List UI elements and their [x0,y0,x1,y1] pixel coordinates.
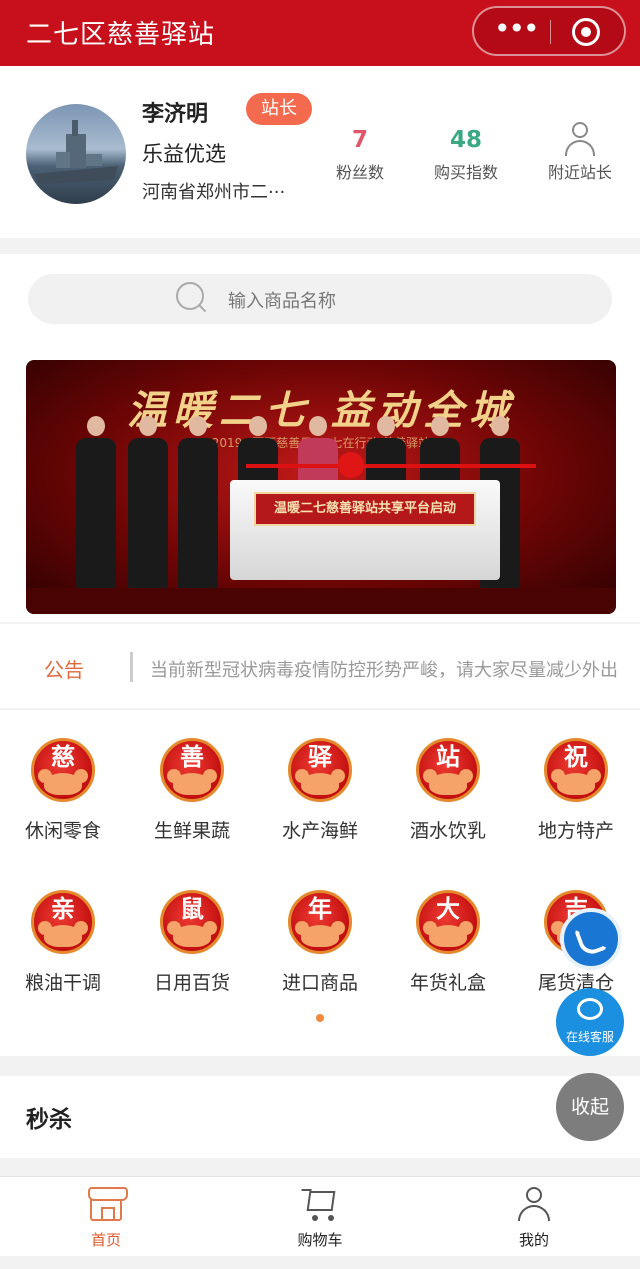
app-title: 二七区慈善驿站 [26,20,216,50]
search-input[interactable]: 输入商品名称 [28,274,612,324]
profile-card: 李济明 站长 乐益优选 河南省郑州市二··· 7 粉丝数 48 购买指数 附近站… [0,66,640,238]
station-address: 河南省郑州市二··· [142,182,286,203]
category-label: 日用百货 [153,972,230,994]
tab-mine[interactable]: 我的 [474,1187,594,1250]
category-grid: 慈 休闲零食 善 生鲜果蔬 驿 水产海鲜 站 酒水饮乳 祝 地方特产 亲 粮油干… [0,710,640,1056]
category-label: 粮油干调 [24,972,101,994]
user-icon [514,1187,554,1223]
category-daily-goods[interactable]: 鼠 日用百货 [137,890,247,995]
category-grain-oil[interactable]: 亲 粮油干调 [8,890,118,995]
flash-sale-title: 秒杀 [26,1107,72,1133]
phone-call-button[interactable] [560,908,622,970]
rat-badge-icon: 年 [288,890,352,954]
purchase-index-stat[interactable]: 48 购买指数 [424,124,508,183]
rat-badge-icon: 驿 [288,738,352,802]
phone-icon [573,920,609,958]
category-label: 进口商品 [281,972,358,994]
nearby-owner-stat[interactable]: 附近站长 [540,122,620,183]
bottom-tab-bar: 首页 购物车 我的 [0,1176,640,1256]
nearby-owner-label: 附近站长 [547,163,612,182]
category-drinks[interactable]: 站 酒水饮乳 [393,738,503,843]
fans-count: 7 [351,127,368,153]
category-label: 地方特产 [537,820,614,842]
notice-divider [130,652,133,682]
capsule-divider [550,20,551,44]
rat-badge-icon: 善 [160,738,224,802]
purchase-index-label: 购买指数 [433,163,498,182]
category-gift-box[interactable]: 大 年货礼盒 [393,890,503,995]
banner-ribbon [246,464,536,468]
promo-banner[interactable]: 温暖二七 益动全城 2019 “百万慈善日”二七在行动 慈善驿站 温暖二七慈善驿… [26,360,616,614]
rat-badge-icon: 祝 [544,738,608,802]
category-label: 休闲零食 [24,820,101,842]
shop-name: 乐益优选 [142,142,226,166]
fans-stat[interactable]: 7 粉丝数 [330,124,390,183]
notice-text: 当前新型冠状病毒疫情防控形势严峻，请大家尽量减少外出 [150,660,618,681]
headset-chat-icon [577,998,603,1020]
banner-floor [26,588,616,614]
flash-sale-section: 秒杀 [0,1076,640,1158]
rat-badge-icon: 鼠 [160,890,224,954]
category-fresh-produce[interactable]: 善 生鲜果蔬 [137,738,247,843]
rat-badge-icon: 慈 [31,738,95,802]
role-badge: 站长 [246,93,312,125]
search-icon [176,282,210,316]
category-label: 年货礼盒 [409,972,486,994]
top-bar: 二七区慈善驿站 ••• [0,0,640,66]
category-label: 酒水饮乳 [409,820,486,842]
person-icon [563,122,597,156]
purchase-index-value: 48 [449,127,482,153]
category-seafood[interactable]: 驿 水产海鲜 [265,738,375,843]
podium-sign: 温暖二七慈善驿站共享平台启动 [254,492,476,526]
notice-bar[interactable]: 公告 当前新型冠状病毒疫情防控形势严峻，请大家尽量减少外出 [0,624,640,708]
category-local-specialty[interactable]: 祝 地方特产 [521,738,631,843]
tab-label: 购物车 [297,1231,343,1249]
tab-cart[interactable]: 购物车 [260,1187,380,1250]
cart-icon [300,1187,340,1223]
store-icon [86,1187,128,1223]
fans-label: 粉丝数 [335,163,384,182]
avatar[interactable] [26,104,126,204]
tab-home[interactable]: 首页 [46,1187,166,1250]
tab-label: 我的 [518,1231,549,1249]
banner-flower [338,452,364,478]
more-dots-icon[interactable]: ••• [494,14,540,48]
rat-badge-icon: 大 [416,890,480,954]
station-owner-name: 李济明 [142,102,209,127]
collapse-button[interactable]: 收起 [556,1073,624,1141]
banner-podium: 温暖二七慈善驿站共享平台启动 [230,480,500,580]
rat-badge-icon: 亲 [31,890,95,954]
page-indicator-dot [316,1014,324,1022]
miniprogram-capsule: ••• [472,6,626,56]
tab-label: 首页 [90,1231,121,1249]
online-service-label: 在线客服 [565,1030,614,1044]
category-label: 生鲜果蔬 [153,820,230,842]
main-section: 输入商品名称 温暖二七 益动全城 2019 “百万慈善日”二七在行动 慈善驿站 … [0,254,640,622]
category-snacks[interactable]: 慈 休闲零食 [8,738,118,843]
rat-badge-icon: 站 [416,738,480,802]
online-service-button[interactable]: 在线客服 [556,988,624,1056]
category-imports[interactable]: 年 进口商品 [265,890,375,995]
avatar-ship-image [34,120,118,184]
search-placeholder: 输入商品名称 [228,291,336,312]
category-label: 水产海鲜 [281,820,358,842]
target-icon[interactable] [572,18,600,46]
notice-label: 公告 [44,658,84,682]
